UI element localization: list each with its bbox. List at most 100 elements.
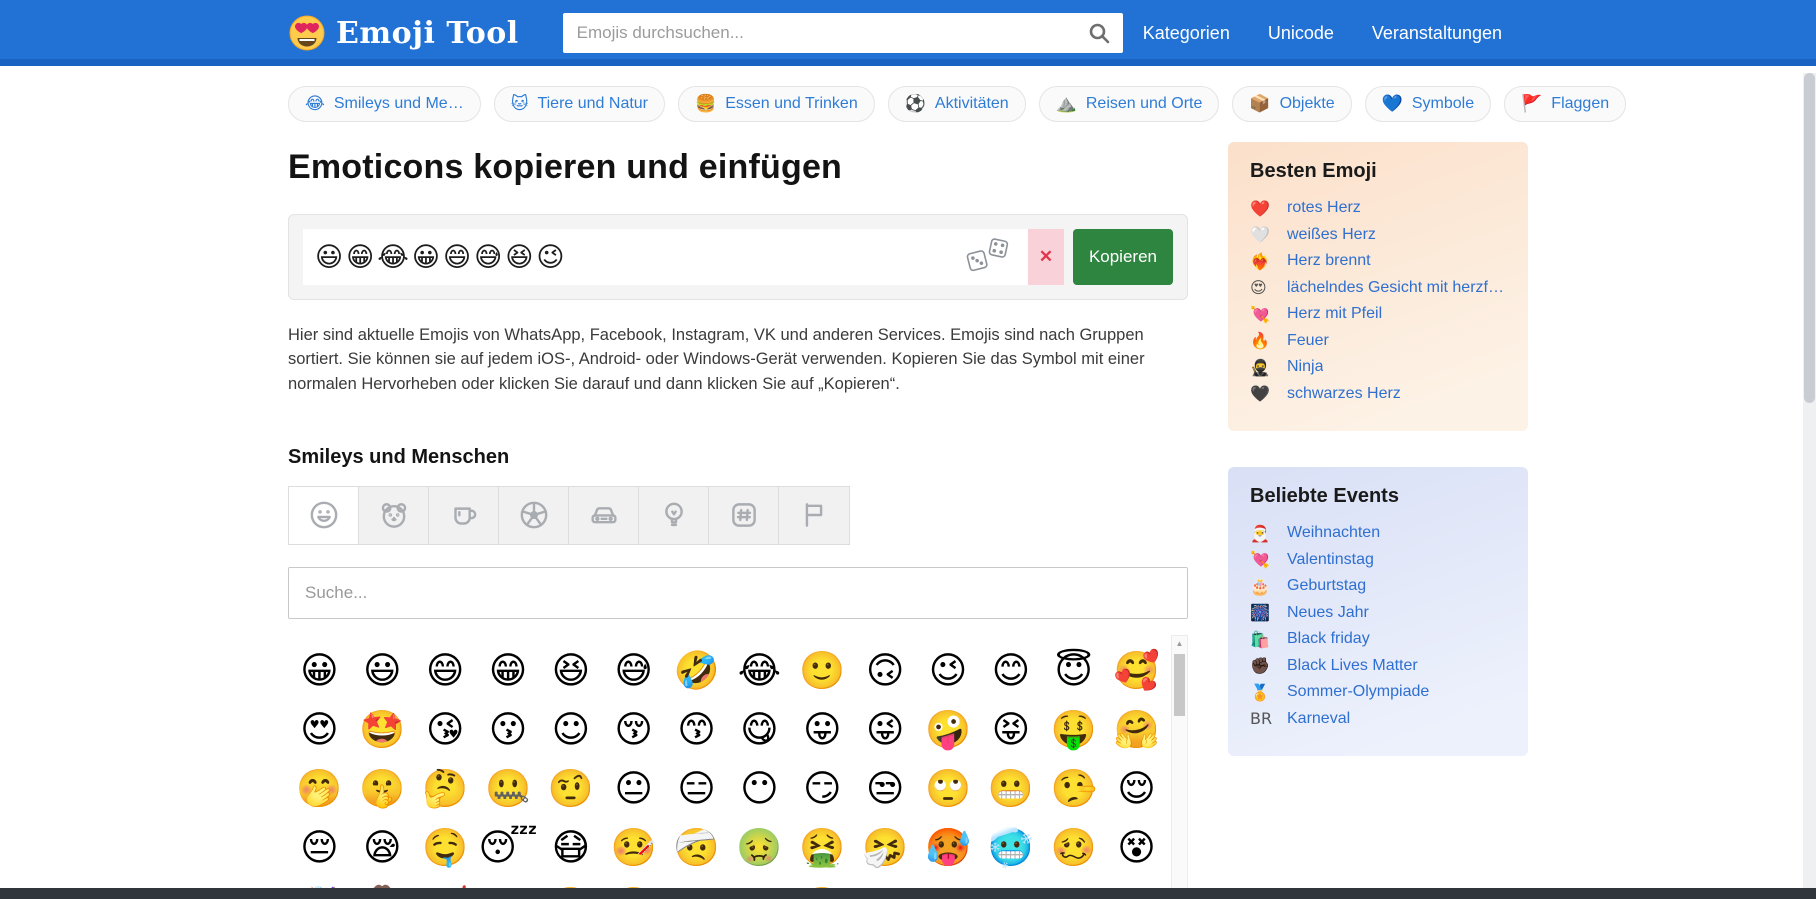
best-emoji-item-link[interactable]: Ninja — [1287, 358, 1323, 376]
best-emoji-item-link[interactable]: Feuer — [1287, 332, 1329, 350]
emoji-cell[interactable]: 😗 — [477, 700, 540, 759]
emoji-cell[interactable]: 😋 — [728, 700, 791, 759]
emoji-cell[interactable]: 😅 — [602, 641, 665, 700]
emoji-cell[interactable]: 🤣 — [665, 641, 728, 700]
page-scrollbar[interactable] — [1803, 73, 1816, 899]
nav-link[interactable]: Kategorien — [1143, 23, 1230, 44]
emoji-cell[interactable]: 🤨 — [539, 759, 602, 818]
logo[interactable]: Emoji Tool — [288, 14, 519, 52]
category-pill[interactable]: 🐱 Tiere und Natur — [493, 86, 666, 122]
emoji-cell[interactable]: 😝 — [979, 700, 1042, 759]
dice-icon[interactable] — [960, 236, 1016, 279]
emoji-cell[interactable]: 😒 — [854, 759, 917, 818]
emoji-filter-input[interactable] — [288, 566, 1188, 619]
emoji-cell[interactable]: 🤮 — [791, 818, 854, 877]
emoji-cell[interactable]: 😪 — [351, 818, 414, 877]
popular-event-item-link[interactable]: Sommer-Olympiade — [1287, 683, 1429, 701]
tab-activities[interactable] — [499, 486, 569, 544]
search-icon[interactable] — [1081, 17, 1117, 49]
emoji-copy-field[interactable]: 😃😁😂😀😄😅😆😉 — [303, 229, 1028, 285]
emoji-cell[interactable]: 🥰 — [1105, 641, 1168, 700]
emoji-cell[interactable]: 😊 — [979, 641, 1042, 700]
category-pill[interactable]: ⛰️ Reisen und Orte — [1038, 86, 1220, 122]
emoji-cell[interactable]: 😙 — [665, 700, 728, 759]
emoji-cell[interactable]: 🥵 — [917, 818, 980, 877]
header-search-input[interactable] — [562, 13, 1123, 53]
popular-event-item-link[interactable]: Weihnachten — [1287, 524, 1380, 542]
emoji-cell[interactable]: 😬 — [979, 759, 1042, 818]
emoji-cell[interactable]: 🤥 — [1042, 759, 1105, 818]
emoji-cell[interactable]: 😆 — [539, 641, 602, 700]
emoji-cell[interactable]: 😀 — [288, 641, 351, 700]
emoji-cell[interactable]: 😘 — [414, 700, 477, 759]
category-pill[interactable]: 📦 Objekte — [1232, 86, 1352, 122]
tab-food-drink[interactable] — [429, 486, 499, 544]
emoji-cell[interactable]: 😷 — [539, 818, 602, 877]
emoji-cell[interactable]: 😐 — [602, 759, 665, 818]
best-emoji-item-link[interactable]: rotes Herz — [1287, 199, 1361, 217]
emoji-cell[interactable]: 😛 — [791, 700, 854, 759]
best-emoji-item-link[interactable]: weißes Herz — [1287, 226, 1376, 244]
emoji-cell[interactable]: 🤑 — [1042, 700, 1105, 759]
emoji-cell[interactable]: 😇 — [1042, 641, 1105, 700]
tab-animals-nature[interactable] — [359, 486, 429, 544]
emoji-cell[interactable]: 🤢 — [728, 818, 791, 877]
tab-travel-places[interactable] — [569, 486, 639, 544]
emoji-cell[interactable]: 🤒 — [602, 818, 665, 877]
emoji-cell[interactable]: 😑 — [665, 759, 728, 818]
category-pill[interactable]: 🍔 Essen und Trinken — [678, 86, 875, 122]
emoji-cell[interactable]: 😔 — [288, 818, 351, 877]
emoji-cell[interactable]: 🥴 — [1042, 818, 1105, 877]
emoji-cell[interactable]: 😃 — [351, 641, 414, 700]
emoji-cell[interactable]: 🙃 — [854, 641, 917, 700]
emoji-cell[interactable]: 🤧 — [854, 818, 917, 877]
best-emoji-item-link[interactable]: Herz brennt — [1287, 252, 1371, 270]
emoji-cell[interactable]: 🤫 — [351, 759, 414, 818]
emoji-cell[interactable]: 🤤 — [414, 818, 477, 877]
emoji-cell[interactable]: 😴 — [477, 818, 540, 877]
category-pill[interactable]: 💙 Symbole — [1364, 86, 1492, 122]
popular-event-item-link[interactable]: Black friday — [1287, 630, 1370, 648]
emoji-cell[interactable]: 🙂 — [791, 641, 854, 700]
emoji-cell[interactable]: 😍 — [288, 700, 351, 759]
tab-objects[interactable] — [639, 486, 709, 544]
popular-event-item-link[interactable]: Neues Jahr — [1287, 604, 1369, 622]
nav-link[interactable]: Veranstaltungen — [1372, 23, 1502, 44]
popular-event-item-link[interactable]: Geburtstag — [1287, 577, 1366, 595]
emoji-cell[interactable]: 🤕 — [665, 818, 728, 877]
emoji-cell[interactable]: 😏 — [791, 759, 854, 818]
tab-smileys[interactable] — [289, 486, 359, 544]
grid-scrollbar[interactable]: ▲ — [1171, 634, 1188, 898]
emoji-cell[interactable]: ☺ — [539, 700, 602, 759]
emoji-cell[interactable]: 🤗 — [1105, 700, 1168, 759]
emoji-cell[interactable]: 😌 — [1105, 759, 1168, 818]
emoji-cell[interactable]: 😁 — [477, 641, 540, 700]
emoji-cell[interactable]: 🤩 — [351, 700, 414, 759]
clear-button[interactable]: ✕ — [1027, 229, 1064, 285]
popular-event-item-link[interactable]: Black Lives Matter — [1287, 657, 1418, 675]
emoji-cell[interactable]: 🙄 — [917, 759, 980, 818]
category-pill[interactable]: 🚩 Flaggen — [1504, 86, 1627, 122]
category-pill[interactable]: ⚽ Aktivitäten — [887, 86, 1026, 122]
emoji-cell[interactable]: 🤪 — [917, 700, 980, 759]
emoji-cell[interactable]: 🤐 — [477, 759, 540, 818]
best-emoji-item-link[interactable]: Herz mit Pfeil — [1287, 305, 1382, 323]
tab-flags[interactable] — [779, 486, 849, 544]
best-emoji-item-link[interactable]: lächelndes Gesicht mit herzfö… — [1287, 279, 1506, 297]
emoji-cell[interactable]: 😚 — [602, 700, 665, 759]
emoji-cell[interactable]: 😄 — [414, 641, 477, 700]
copy-button[interactable]: Kopieren — [1072, 229, 1173, 285]
grid-scrollbar-thumb[interactable] — [1174, 653, 1185, 716]
emoji-cell[interactable]: 😉 — [917, 641, 980, 700]
emoji-cell[interactable]: 😂 — [728, 641, 791, 700]
tab-symbols[interactable] — [709, 486, 779, 544]
nav-link[interactable]: Unicode — [1268, 23, 1334, 44]
popular-event-item-link[interactable]: Valentinstag — [1287, 551, 1374, 569]
emoji-cell[interactable]: 🤭 — [288, 759, 351, 818]
category-pill[interactable]: 😂 Smileys und Me… — [288, 86, 481, 122]
emoji-cell[interactable]: 😵 — [1105, 818, 1168, 877]
best-emoji-item-link[interactable]: schwarzes Herz — [1287, 385, 1401, 403]
emoji-cell[interactable]: 🤔 — [414, 759, 477, 818]
page-scrollbar-thumb[interactable] — [1804, 73, 1815, 403]
emoji-cell[interactable]: 😶 — [728, 759, 791, 818]
